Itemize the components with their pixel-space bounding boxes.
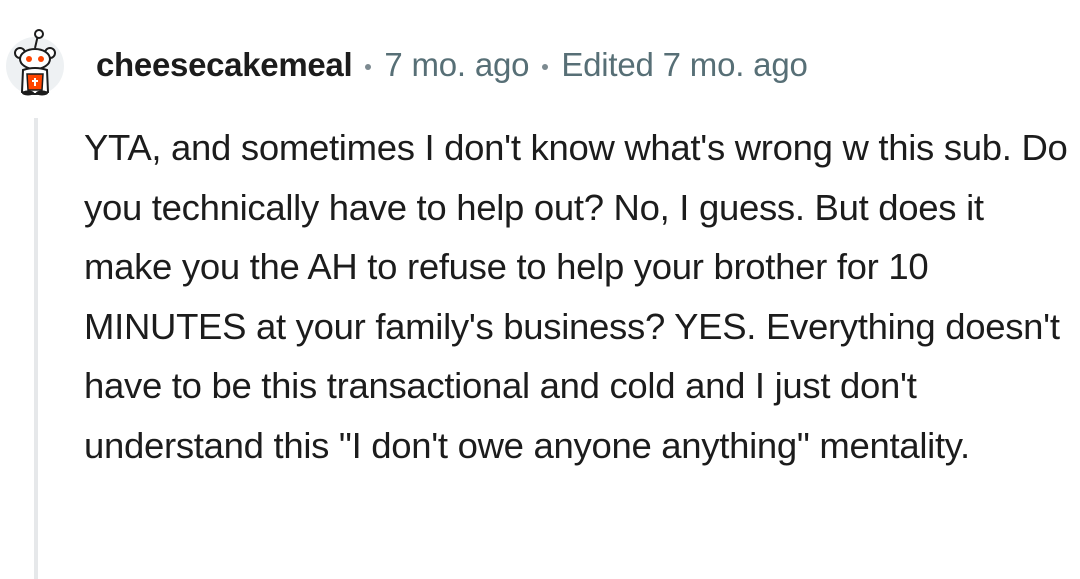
- separator-dot: [542, 64, 549, 70]
- comment-header: cheesecakemeal 7 mo. ago Edited 7 mo. ag…: [96, 42, 808, 88]
- avatar[interactable]: [2, 26, 68, 96]
- snoo-avatar-icon: [6, 29, 64, 96]
- separator-dot: [365, 64, 372, 70]
- comment: cheesecakemeal 7 mo. ago Edited 7 mo. ag…: [0, 0, 1080, 579]
- thread-line[interactable]: [34, 118, 38, 579]
- edited-label: Edited 7 mo. ago: [561, 46, 808, 83]
- comment-body: YTA, and sometimes I don't know what's w…: [84, 127, 1068, 466]
- comment-timestamp[interactable]: 7 mo. ago: [384, 46, 529, 84]
- username-link[interactable]: cheesecakemeal: [96, 46, 353, 84]
